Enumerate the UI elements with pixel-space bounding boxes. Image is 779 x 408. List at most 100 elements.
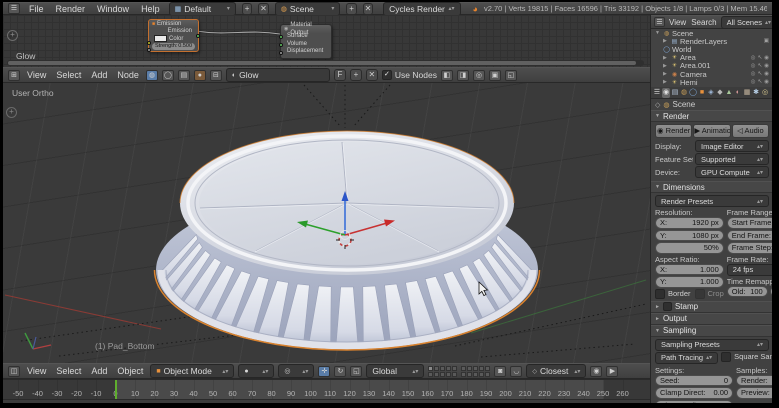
outliner-row-camera[interactable]: ▶ ◉ Camera ◎ ↖ ◉ <box>651 70 772 78</box>
outliner-editor-type-icon[interactable]: ☰ <box>654 17 665 27</box>
render-border-icon[interactable]: ◱ <box>505 70 517 81</box>
render-engine-selector[interactable]: Cycles Render▴▾ <box>383 2 460 16</box>
tab-data-icon[interactable]: ▲ <box>725 88 733 98</box>
tab-modifiers-icon[interactable]: ◆ <box>716 88 724 98</box>
resolution-x-field[interactable]: X:1920 px <box>655 217 724 229</box>
add-material-button[interactable]: + <box>350 69 362 81</box>
node-tree-icon[interactable]: ⊟ <box>210 70 222 81</box>
select-toggle-icon[interactable]: ↖ <box>758 55 763 61</box>
expander-icon[interactable]: ▶ <box>663 71 669 77</box>
add-scene-button[interactable]: + <box>346 3 356 15</box>
viewport-editor-type-icon[interactable]: ◫ <box>8 366 20 377</box>
crop-checkbox[interactable]: Crop <box>695 289 724 299</box>
panel-header-render[interactable]: ▼ Render <box>651 110 772 122</box>
pin-icon[interactable]: ◎ <box>473 70 485 81</box>
mode-selector[interactable]: ■ Object Mode▴▾ <box>150 364 234 378</box>
node-menu-view[interactable]: View <box>24 70 49 80</box>
tab-constraints-icon[interactable]: ◈ <box>707 88 715 98</box>
hide-toggle-icon[interactable]: ◎ <box>751 63 756 69</box>
expander-icon[interactable]: ▶ <box>663 38 669 44</box>
timeline-ruler[interactable]: -50-40-30-20-100102030405060708090100110… <box>3 380 650 399</box>
render-toggle-icon[interactable]: ◉ <box>764 71 769 77</box>
scrollbar-thumb[interactable] <box>8 61 636 65</box>
node-menu-select[interactable]: Select <box>53 70 84 80</box>
editor-type-icon[interactable]: ☰ <box>8 3 20 14</box>
select-toggle-icon[interactable]: ↖ <box>758 79 763 85</box>
expander-icon[interactable]: ▼ <box>655 30 661 36</box>
node-editor-type-icon[interactable]: ⊞ <box>8 70 20 81</box>
outliner-row-renderlayers[interactable]: ▶ ▤ RenderLayers ▣ <box>651 37 772 45</box>
color-swatch[interactable] <box>154 35 167 42</box>
manipulator-rotate-icon[interactable]: ↻ <box>334 366 346 377</box>
panel-header-dimensions[interactable]: ▼ Dimensions <box>651 181 772 193</box>
feature-set-selector[interactable]: Supported▴▾ <box>695 153 769 165</box>
layers-group-2[interactable] <box>461 366 490 377</box>
hide-toggle-icon[interactable]: ◎ <box>751 71 756 77</box>
outliner-menu-search[interactable]: Search <box>690 18 717 27</box>
tab-world-icon[interactable]: ◯ <box>689 88 697 98</box>
manipulator-translate-icon[interactable]: ✛ <box>318 366 330 377</box>
expander-icon[interactable]: ▶ <box>663 55 669 61</box>
outliner-tree[interactable]: ▼ ◍ Scene ▶ ▤ RenderLayers ▣ ◯ World ▶ ☀… <box>651 29 772 88</box>
unlink-material-button[interactable]: ✕ <box>366 69 378 81</box>
render-button[interactable]: ◉ Render <box>655 124 692 138</box>
manipulator-scale-icon[interactable]: ◱ <box>350 366 362 377</box>
emission-output-socket[interactable] <box>196 34 200 38</box>
menu-help[interactable]: Help <box>138 4 163 14</box>
tab-scene-icon[interactable]: ◍ <box>680 88 688 98</box>
frame-step-field[interactable]: Frame Step:1 <box>727 242 772 254</box>
scene-selector[interactable]: ◍ Scene▾ <box>275 2 341 16</box>
delete-scene-button[interactable]: ✕ <box>363 3 373 15</box>
material-icon[interactable]: ● <box>194 70 206 81</box>
transform-orientation-selector[interactable]: Global▴▾ <box>366 364 424 378</box>
outliner-row-area001[interactable]: ▶ ☀ Area.001 ◎ ↖ ◉ <box>651 62 772 70</box>
world-shader-type-icon[interactable]: ◯ <box>162 70 174 81</box>
outliner-display-selector[interactable]: All Scenes▴▾ <box>721 16 772 29</box>
end-frame-field[interactable]: End Frame:250 <box>727 230 772 242</box>
current-frame-marker[interactable] <box>115 380 117 399</box>
add-layout-button[interactable]: + <box>242 3 252 15</box>
remap-new-field[interactable]: New:100 <box>770 286 772 298</box>
color-input-socket[interactable] <box>147 41 151 45</box>
tab-texture-icon[interactable]: ▦ <box>743 88 751 98</box>
tab-object-icon[interactable]: ■ <box>698 88 706 98</box>
panel-header-output[interactable]: ► Output <box>651 313 772 325</box>
snap-node-icon[interactable]: ◨ <box>457 70 469 81</box>
layers-group-1[interactable] <box>428 366 457 377</box>
expander-icon[interactable]: ▶ <box>663 79 669 85</box>
toolbar-expand-plus-icon[interactable]: + <box>6 107 17 118</box>
viewport-3d[interactable]: User Ortho (1) Pad_Bottom + <box>3 83 650 363</box>
delete-layout-button[interactable]: ✕ <box>258 3 268 15</box>
tab-material-icon[interactable]: ◐ <box>734 88 742 98</box>
outliner-row-hemi[interactable]: ▶ ☀ Hemi ◎ ↖ ◉ <box>651 78 772 86</box>
vp-menu-object[interactable]: Object <box>114 366 146 376</box>
region-expand-plus-icon[interactable]: + <box>7 30 18 41</box>
menu-window[interactable]: Window <box>94 4 132 14</box>
render-toggle-icon[interactable]: ◉ <box>764 55 769 61</box>
audio-button[interactable]: ◁ Audio <box>732 124 769 138</box>
outliner-row-world[interactable]: ◯ World <box>651 45 772 53</box>
fps-selector[interactable]: 24 fps▴▾ <box>727 264 772 276</box>
seed-field[interactable]: Seed:0 <box>655 375 733 387</box>
stamp-checkbox[interactable] <box>663 302 672 311</box>
panel-header-stamp[interactable]: ► Stamp <box>651 301 772 313</box>
surface-input-socket[interactable] <box>279 35 283 39</box>
outliner-row-area[interactable]: ▶ ☀ Area ◎ ↖ ◉ <box>651 54 772 62</box>
hide-toggle-icon[interactable]: ◎ <box>751 79 756 85</box>
resolution-percentage-slider[interactable]: 50% <box>655 242 724 254</box>
border-checkbox[interactable]: Border <box>655 289 691 299</box>
resolution-y-field[interactable]: Y:1080 px <box>655 230 724 242</box>
outliner-menu-view[interactable]: View <box>668 18 687 27</box>
snap-magnet-icon[interactable]: ◡ <box>510 366 522 377</box>
menu-render[interactable]: Render <box>53 4 89 14</box>
integrator-selector[interactable]: Path Tracing▴▾ <box>655 352 718 364</box>
material-output-node[interactable]: ◉ Material Output Surface Volume Displac… <box>280 24 332 59</box>
tab-render-icon[interactable]: ◉ <box>662 88 670 98</box>
menu-file[interactable]: File <box>26 4 47 14</box>
timeline-editor[interactable]: -50-40-30-20-100102030405060708090100110… <box>3 379 650 403</box>
aspect-y-field[interactable]: Y:1.000 <box>655 276 724 288</box>
emission-node[interactable]: ■ Emission Emission Color Strength: 0.50… <box>148 19 199 52</box>
display-selector[interactable]: Image Editor▴▾ <box>695 140 769 152</box>
remap-old-field[interactable]: Old:100 <box>727 286 768 298</box>
render-toggle-icon[interactable]: ▣ <box>764 38 769 44</box>
